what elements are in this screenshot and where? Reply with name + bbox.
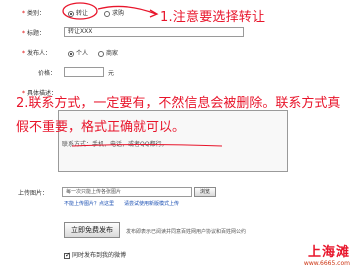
radio-unchecked-icon[interactable] (98, 50, 104, 57)
annotation-step1: 1.注意要选择转让 (160, 10, 266, 25)
annotation-arrow-head (149, 9, 159, 18)
upload-new-mode-link[interactable]: 请尝试使用新版模式上传 (124, 200, 179, 207)
radio-checked-icon[interactable] (68, 50, 74, 57)
watermark: 上海滩 www.6665.com (304, 241, 350, 267)
category-option-wanted[interactable]: 求购 (104, 8, 124, 17)
description-text: 联系方式：手机，电话，或者QQ都行。 (62, 141, 168, 148)
watermark-logo: 上海滩 (307, 245, 350, 260)
radio-unchecked-icon[interactable] (104, 10, 110, 17)
upload-label: 上传图片： (18, 190, 49, 197)
checkbox-checked-icon[interactable] (64, 251, 71, 259)
title-input[interactable]: 转让XXX (64, 27, 244, 37)
price-label: 价格： (38, 70, 57, 77)
category-label: * 类别： (22, 10, 46, 17)
price-unit: 元 (108, 70, 115, 77)
agreement-text: 发布即表示已阅读并同意百姓网用户协议和百姓网公约 (126, 229, 247, 235)
title-label: * 标题： (22, 30, 46, 37)
price-input[interactable] (64, 67, 104, 77)
browse-button[interactable]: 浏览 (194, 187, 216, 197)
annotation-step2: 2.联系方式，一定要有，不然信息会被删除。联系方式真假不重要，格式正确就可以。 (16, 96, 341, 135)
radio-checked-icon[interactable] (68, 10, 74, 17)
upload-file-field[interactable]: 每一次只能上传各张图片 (62, 187, 192, 197)
submit-button[interactable]: 立即免费发布 (64, 222, 120, 238)
upload-help-link[interactable]: 不能上传图片？点这里 (64, 200, 114, 207)
sync-weibo-option[interactable]: 同时发布到我的微博 (64, 250, 126, 259)
publisher-label: * 发布人： (22, 50, 52, 57)
watermark-url: www.6665.com (303, 260, 350, 267)
publisher-option-individual[interactable]: 个人 (68, 48, 88, 57)
publisher-option-business[interactable]: 商家 (98, 48, 118, 57)
category-option-transfer[interactable]: 转让 (68, 8, 88, 17)
